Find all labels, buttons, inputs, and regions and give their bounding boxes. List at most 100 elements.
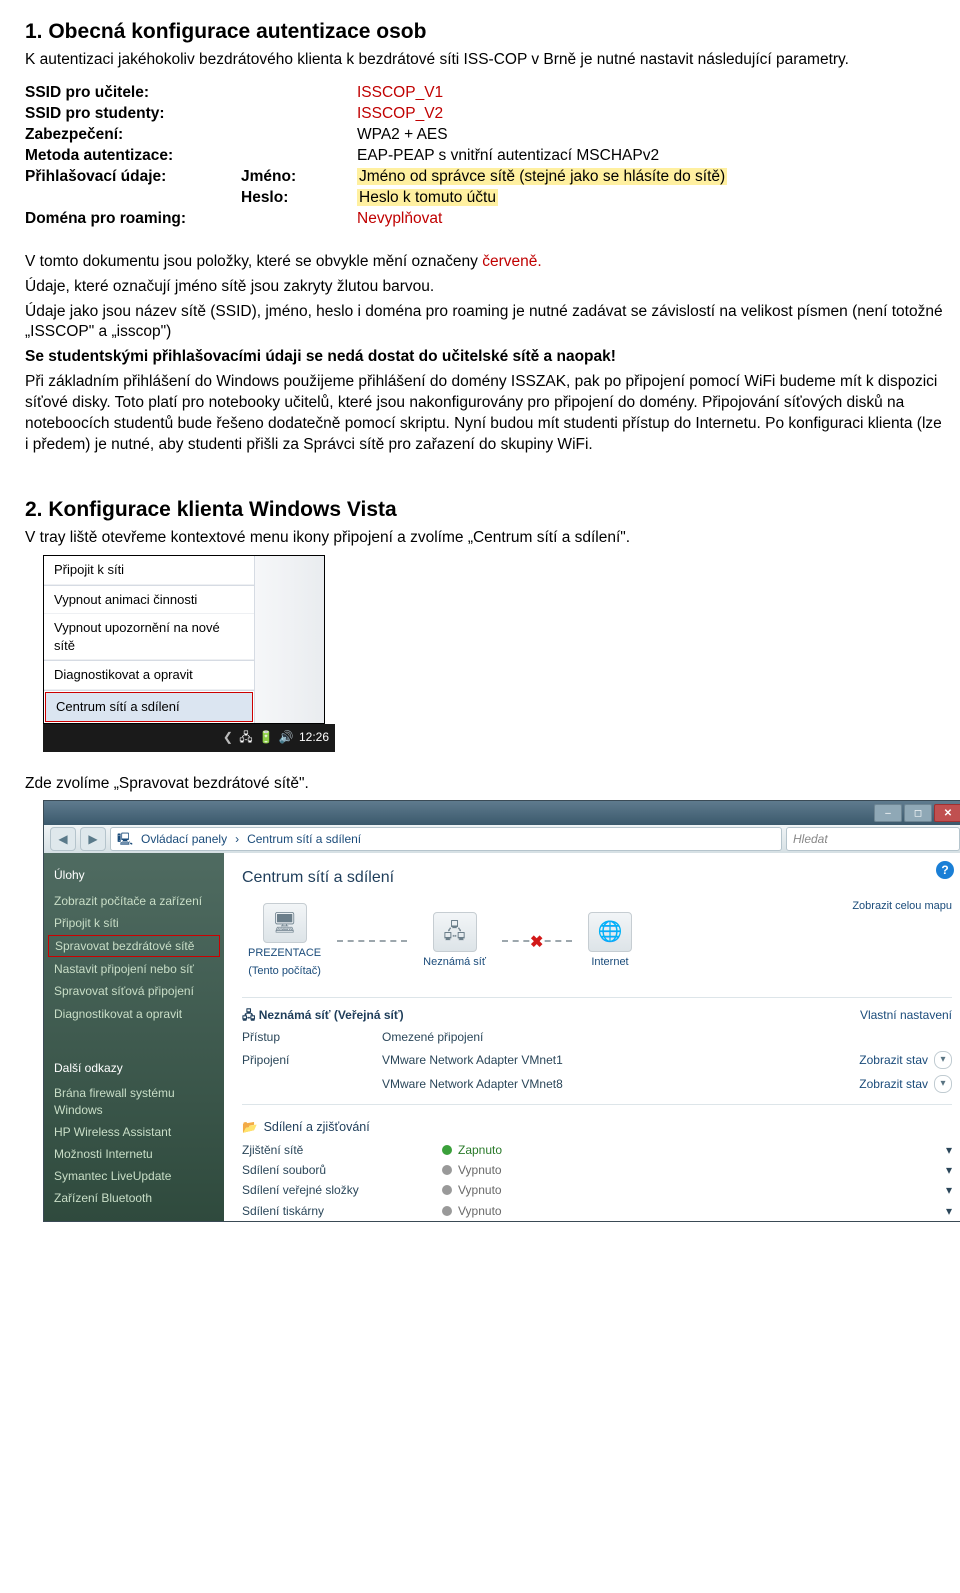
disconnected-icon: ✖	[530, 932, 543, 954]
chevron-down-icon[interactable]: ▾	[946, 1182, 952, 1198]
note: V tomto dokumentu jsou položky, které se…	[25, 252, 945, 273]
sidebar-link[interactable]: Možnosti Internetu	[44, 1143, 224, 1165]
sidebar-item[interactable]: Diagnostikovat a opravit	[44, 1003, 224, 1025]
computer-icon: 🖥	[263, 903, 307, 943]
sidebar-item-selected[interactable]: Spravovat bezdrátové sítě	[48, 935, 220, 957]
param-label: SSID pro učitele:	[25, 83, 235, 104]
cred-key: Jméno:	[241, 167, 351, 188]
sidebar-link[interactable]: Zařízení Bluetooth	[44, 1187, 224, 1209]
network-tray-icon[interactable]: 🖧	[239, 731, 253, 745]
internet-node: 🌐 Internet	[588, 912, 632, 970]
status-dot-icon	[442, 1185, 452, 1195]
sharing-label: Sdílení souborů	[242, 1162, 442, 1178]
sidebar-item[interactable]: Zobrazit počítače a zařízení	[44, 890, 224, 912]
chevron-down-icon[interactable]: ▾	[934, 1075, 952, 1093]
param-label: SSID pro studenty:	[25, 104, 235, 125]
pc-node: 🖥 PREZENTACE (Tento počítač)	[248, 903, 321, 979]
chevron-down-icon[interactable]: ▾	[946, 1203, 952, 1219]
note-bold: Se studentskými přihlašovacími údaji se …	[25, 347, 945, 368]
row-value: VMware Network Adapter VMnet8	[382, 1076, 859, 1092]
context-menu-item[interactable]: Vypnout upozornění na nové sítě	[44, 614, 254, 660]
param-label: Metoda autentizace:	[25, 146, 235, 167]
taskbar-time: 12:26	[299, 729, 329, 745]
sharing-label: Zjištění sítě	[242, 1142, 442, 1158]
sharing-row: Sdílení souborů Vypnuto ▾	[242, 1160, 952, 1180]
sidebar-link[interactable]: Brána firewall systému Windows	[44, 1082, 224, 1120]
sharing-heading: 📂 Sdílení a zjišťování	[242, 1119, 952, 1136]
cred-key: Heslo:	[241, 188, 351, 209]
network-topology: 🖥 PREZENTACE (Tento počítač) 🖧 Neznámá s…	[248, 903, 632, 979]
status-link[interactable]: Zobrazit stav	[859, 1052, 928, 1068]
sharing-state: Vypnuto	[458, 1182, 502, 1198]
row-label: Připojení	[242, 1052, 382, 1068]
map-link[interactable]: Zobrazit celou mapu	[852, 899, 952, 989]
tray-arrow-icon[interactable]: ❮	[223, 729, 233, 745]
sidebar-heading: Úlohy	[44, 863, 224, 889]
window-close-button[interactable]: ✕	[934, 804, 960, 822]
network-node: 🖧 Neznámá síť	[423, 912, 486, 970]
chevron-down-icon[interactable]: ▾	[946, 1162, 952, 1178]
chevron-down-icon[interactable]: ▾	[934, 1051, 952, 1069]
sidebar-link[interactable]: HP Wireless Assistant	[44, 1121, 224, 1143]
breadcrumb[interactable]: 🖳 Ovládací panely › Centrum sítí a sdíle…	[110, 827, 782, 851]
cred-value: Jméno od správce sítě (stejné jako se hl…	[357, 168, 727, 185]
context-menu-item-selected[interactable]: Centrum sítí a sdílení	[45, 692, 253, 722]
row-value: Omezené připojení	[382, 1029, 952, 1045]
note: Při základním přihlášení do Windows použ…	[25, 372, 945, 456]
section2-title: 2. Konfigurace klienta Windows Vista	[25, 496, 945, 524]
row-value: VMware Network Adapter VMnet1	[382, 1052, 859, 1068]
param-value: WPA2 + AES	[357, 125, 945, 146]
sidebar-item[interactable]: Spravovat síťová připojení	[44, 980, 224, 1002]
params-table: SSID pro učitele: ISSCOP_V1 SSID pro stu…	[25, 83, 945, 229]
window-minimize-button[interactable]: –	[874, 804, 902, 822]
network-name-label: 🖧 Neznámá síť (Veřejná síť)	[242, 1007, 860, 1023]
nav-forward-button[interactable]: ▶	[80, 827, 106, 851]
section2-line: V tray liště otevřeme kontextové menu ik…	[25, 528, 945, 549]
sidebar-item[interactable]: Připojit k síti	[44, 912, 224, 934]
chevron-down-icon[interactable]: ▾	[946, 1142, 952, 1158]
sharing-label: Sdílení veřejné složky	[242, 1182, 442, 1198]
main-content: ? Centrum sítí a sdílení 🖥 PREZENTACE (T…	[224, 853, 960, 1221]
control-panel-icon: 🖳	[117, 831, 133, 847]
sharing-row: Sdílení tiskárnyVypnuto▾	[242, 1201, 952, 1221]
sidebar-item[interactable]: Nastavit připojení nebo síť	[44, 958, 224, 980]
battery-tray-icon[interactable]: 🔋	[259, 731, 273, 745]
sharing-label: Sdílení tiskárny	[242, 1203, 442, 1219]
sharing-row: Zjištění sítě Zapnuto ▾	[242, 1140, 952, 1160]
page-title: Centrum sítí a sdílení	[242, 867, 952, 889]
context-menu-item[interactable]: Diagnostikovat a opravit	[44, 661, 254, 690]
status-dot-icon	[442, 1145, 452, 1155]
context-menu-figure: Připojit k síti Vypnout animaci činnosti…	[43, 555, 325, 723]
section1-title: 1. Obecná konfigurace autentizace osob	[25, 18, 945, 46]
sharing-state: Zapnuto	[458, 1142, 502, 1158]
sidebar-link[interactable]: Symantec LiveUpdate	[44, 1165, 224, 1187]
nav-back-button[interactable]: ◀	[50, 827, 76, 851]
status-link[interactable]: Zobrazit stav	[859, 1076, 928, 1092]
note: Údaje, které označují jméno sítě jsou za…	[25, 277, 945, 298]
sharing-state: Vypnuto	[458, 1162, 502, 1178]
after-menu-text: Zde zvolíme „Spravovat bezdrátové sítě".	[25, 774, 945, 795]
volume-tray-icon[interactable]: 🔊	[279, 731, 293, 745]
param-value: ISSCOP_V2	[357, 104, 945, 125]
taskbar-figure: ❮ 🖧 🔋 🔊 12:26	[43, 724, 335, 752]
param-label: Zabezpečení:	[25, 125, 235, 146]
context-menu-item[interactable]: Vypnout animaci činnosti	[44, 586, 254, 615]
search-input[interactable]: Hledat	[786, 827, 960, 851]
sharing-icon: 📂	[242, 1119, 258, 1136]
sharing-row: Sdílení chráněné heslemZapnuto▾	[242, 1221, 952, 1222]
control-panel-figure: – ◻ ✕ ◀ ▶ 🖳 Ovládací panely › Centrum sí…	[43, 800, 960, 1222]
customize-link[interactable]: Vlastní nastavení	[860, 1007, 952, 1023]
window-maximize-button[interactable]: ◻	[904, 804, 932, 822]
domain-label: Doména pro roaming:	[25, 209, 235, 230]
window-titlebar: – ◻ ✕	[44, 801, 960, 825]
cred-value: Heslo k tomuto účtu	[357, 189, 498, 206]
cred-label: Přihlašovací údaje:	[25, 167, 235, 188]
sidebar-heading: Další odkazy	[44, 1056, 224, 1082]
param-value: EAP-PEAP s vnitřní autentizací MSCHAPv2	[357, 146, 945, 167]
note: Údaje jako jsou název sítě (SSID), jméno…	[25, 302, 945, 344]
sidebar: Úlohy Zobrazit počítače a zařízení Připo…	[44, 853, 224, 1221]
context-menu-item[interactable]: Připojit k síti	[44, 556, 254, 585]
network-hub-icon: 🖧	[433, 912, 477, 952]
domain-value: Nevyplňovat	[357, 209, 945, 230]
status-dot-icon	[442, 1165, 452, 1175]
